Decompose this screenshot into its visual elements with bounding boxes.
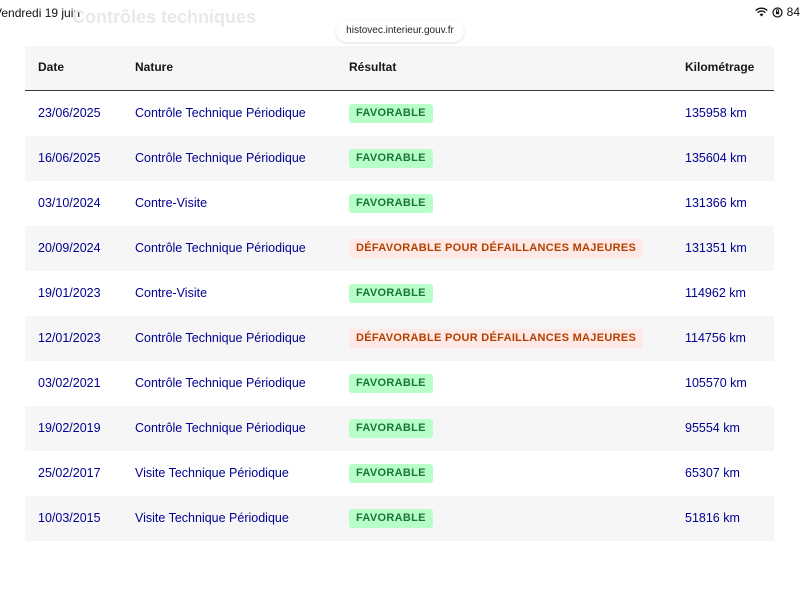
row-date: 23/06/2025 — [38, 106, 101, 120]
defavorable-badge: DÉFAVORABLE POUR DÉFAILLANCES MAJEURES — [349, 329, 644, 348]
row-nature: Contre-Visite — [135, 286, 208, 300]
row-nature: Contrôle Technique Périodique — [135, 331, 306, 345]
table-row: 03/10/2024 Contre-Visite 131366 km FAVORABL… — [25, 181, 774, 226]
table-row: 23/06/2025 Contrôle Technique Périodique 1… — [25, 91, 774, 136]
row-mileage: 114756 km — [685, 331, 746, 345]
favorable-badge: FAVORABLE — [349, 104, 433, 123]
page-title: Contrôles techniques — [72, 7, 257, 27]
row-date: 25/02/2017 — [38, 466, 101, 480]
header-date: Date — [38, 60, 65, 74]
table-row: 16/06/2025 Contrôle Technique Périodique 1… — [25, 136, 774, 181]
header-mileage: Kilométrage — [685, 60, 755, 74]
row-nature: Contrôle Technique Périodique — [135, 376, 306, 390]
row-date: 16/06/2025 — [38, 151, 101, 165]
favorable-badge: FAVORABLE — [349, 464, 433, 483]
row-nature: Contrôle Technique Périodique — [135, 106, 306, 120]
row-mileage: 65307 km — [685, 466, 740, 480]
row-nature: Contrôle Technique Périodique — [135, 241, 306, 255]
table-row: 12/01/2023 Contrôle Technique Périodique 1… — [25, 316, 774, 361]
battery-level: 84 — [786, 5, 800, 19]
status-indicators: 84 — [754, 5, 800, 19]
favorable-badge: FAVORABLE — [349, 284, 433, 303]
row-mileage: 114962 km — [685, 286, 746, 300]
table-body: 23/06/2025 Contrôle Technique Périodique 1… — [25, 91, 774, 541]
orientation-lock-icon — [772, 6, 783, 18]
row-mileage: 131351 km — [685, 241, 747, 255]
header-result: Résultat — [349, 60, 397, 74]
url-bar[interactable]: histovec.interieur.gouv.fr — [336, 20, 464, 42]
row-nature: Visite Technique Périodique — [135, 466, 289, 480]
row-mileage: 105570 km — [685, 376, 747, 390]
favorable-badge: FAVORABLE — [349, 374, 433, 393]
favorable-badge: FAVORABLE — [349, 419, 433, 438]
table-row: 19/02/2019 Contrôle Technique Périodique 9… — [25, 406, 774, 451]
row-date: 12/01/2023 — [38, 331, 101, 345]
table-row: 03/02/2021 Contrôle Technique Périodique 1… — [25, 361, 774, 406]
table-row: 10/03/2015 Visite Technique Périodique 518… — [25, 496, 774, 541]
table-row: 25/02/2017 Visite Technique Périodique 653… — [25, 451, 774, 496]
row-mileage: 135604 km — [685, 151, 747, 165]
row-nature: Visite Technique Périodique — [135, 511, 289, 525]
row-nature: Contrôle Technique Périodique — [135, 151, 306, 165]
row-date: 20/09/2024 — [38, 241, 101, 255]
favorable-badge: FAVORABLE — [349, 509, 433, 528]
header-nature: Nature — [135, 60, 174, 74]
row-date: 10/03/2015 — [38, 511, 101, 525]
wifi-icon — [754, 7, 768, 17]
inspection-table: Date Nature Résultat Kilométrage 23/06/2… — [25, 46, 774, 541]
row-nature: Contre-Visite — [135, 196, 208, 210]
row-date: 19/01/2023 — [38, 286, 101, 300]
defavorable-badge: DÉFAVORABLE POUR DÉFAILLANCES MAJEURES — [349, 239, 644, 258]
table-row: 20/09/2024 Contrôle Technique Périodique 1… — [25, 226, 774, 271]
row-date: 19/02/2019 — [38, 421, 101, 435]
row-date: 03/02/2021 — [38, 376, 101, 390]
status-time: Vendredi 19 juin — [0, 6, 81, 20]
row-mileage: 95554 km — [685, 421, 740, 435]
row-mileage: 135958 km — [685, 106, 747, 120]
row-mileage: 131366 km — [685, 196, 747, 210]
table-header: Date Nature Résultat Kilométrage — [25, 46, 774, 91]
row-mileage: 51816 km — [685, 511, 740, 525]
row-nature: Contrôle Technique Périodique — [135, 421, 306, 435]
favorable-badge: FAVORABLE — [349, 194, 433, 213]
table-row: 19/01/2023 Contre-Visite 114962 km FAVORABL… — [25, 271, 774, 316]
row-date: 03/10/2024 — [38, 196, 101, 210]
favorable-badge: FAVORABLE — [349, 149, 433, 168]
